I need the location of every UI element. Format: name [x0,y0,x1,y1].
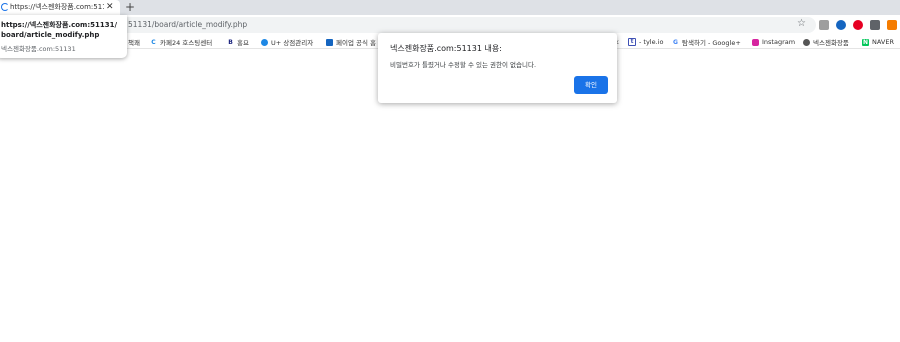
bookmark-label: 책쾌 [128,39,140,47]
bookmark-label: 카페24 호스팅센터 [160,39,213,47]
bookmark-item[interactable]: B 홍요 [227,37,249,48]
close-icon[interactable]: ✕ [106,1,114,13]
hover-domain-suffix: .com:51131 [36,45,76,53]
loading-spinner-icon [1,3,9,11]
bookmark-star-icon[interactable]: ☆ [797,19,806,29]
hover-url-line-1: https://넥스젠화장품.com:51131/ [1,21,118,29]
bookmark-label: 탐색하기 - Google+ [682,39,741,47]
active-tab[interactable]: https://넥스젠화장품.com:51131/ ✕ [0,0,120,15]
bookmark-item[interactable]: 넥스젠화장품 [803,37,849,47]
bookmark-item[interactable]: G 탐색하기 - Google+ [672,37,741,48]
bookmark-label: NAVER [872,38,894,46]
tab-hover-card: https://넥스젠화장품.com:51131/ board/article_… [0,15,127,58]
extension-grey-icon[interactable] [819,20,829,30]
toolbar: 51131/board/article_modify.php ☆ [0,15,900,35]
cafe24-icon: C [151,38,156,46]
ok-button[interactable]: 확인 [574,76,608,94]
instagram-icon [752,38,759,46]
alert-dialog: 넥스젠화장품.com:51131 내용: 비밀번호가 틀렸거나 수정할 수 있는… [378,33,617,103]
bookmark-label: Instagram [762,38,796,46]
browser-window: https://넥스젠화장품.com:51131/ ✕ + 51131/boar… [0,0,900,342]
tab-strip: https://넥스젠화장품.com:51131/ ✕ + [0,0,900,15]
bold-b-icon: B [228,38,233,46]
uplus-icon [261,38,268,46]
bookmark-item[interactable]: 페이업 공식 홈 [326,37,376,47]
hover-domain: 넥스젠화장품.com:51131 [1,43,76,53]
bookmark-item[interactable]: C 카페24 호스팅센터 [150,37,213,48]
google-icon: G [673,38,678,46]
bookmark-item[interactable]: 책쾌 [128,37,140,47]
hover-domain-main: 넥스젠화장품 [1,45,37,53]
globe-icon [803,38,810,46]
bookmark-label: - tyle.io [639,38,664,46]
bookmark-item[interactable]: t - tyle.io [628,37,663,47]
naver-icon: N [862,38,869,46]
hover-url-line-2: board/article_modify.php [1,31,100,39]
bookmark-label: 홍요 [237,39,249,47]
bookmark-label: 페이업 공식 홈 [336,39,377,47]
address-bar[interactable]: 51131/board/article_modify.php [96,17,816,33]
pinterest-icon[interactable] [853,20,863,30]
dialog-title: 넥스젠화장품.com:51131 내용: [390,44,502,53]
tab-title: https://넥스젠화장품.com:51131/ [10,3,104,11]
payup-icon [326,38,333,46]
extension-dark-icon[interactable] [870,20,880,30]
extension-orange-icon[interactable] [887,20,897,30]
bookmark-label: U+ 상점관리자 [271,39,314,47]
tyle-icon: t [628,38,636,46]
bookmark-item[interactable]: Instagram [752,37,795,47]
new-tab-button[interactable]: + [125,0,135,14]
bookmark-item[interactable]: U+ 상점관리자 [261,37,313,47]
bookmark-label: 넥스젠화장품 [813,39,849,47]
dialog-message: 비밀번호가 틀렸거나 수정할 수 있는 권한이 없습니다. [390,61,537,69]
printer-icon[interactable] [836,20,846,30]
address-url: 51131/board/article_modify.php [128,20,248,29]
bookmark-item[interactable]: N NAVER [862,37,894,47]
